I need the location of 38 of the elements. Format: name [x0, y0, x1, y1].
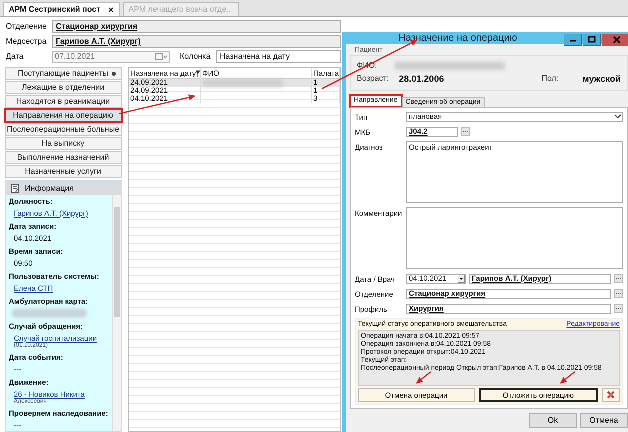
nav-button[interactable]: Послеоперационные больные [5, 123, 122, 136]
nav-button[interactable]: Назначенные услуги [5, 165, 122, 178]
close-button[interactable]: × [108, 4, 114, 14]
sort-icon[interactable] [196, 70, 200, 77]
field-label: Медсестра [6, 37, 48, 46]
field-value: мужской [582, 74, 621, 84]
scrollbar[interactable] [112, 195, 121, 431]
nav-button[interactable]: Выполнение назначений [5, 151, 122, 164]
arrow [416, 372, 432, 384]
nav-button[interactable]: На выписку [5, 137, 122, 150]
comments-field[interactable] [406, 207, 623, 269]
pin-delete-icon [606, 390, 616, 400]
field-label: Отделение [6, 22, 48, 31]
field-value: 28.01.2006 [399, 74, 444, 84]
dialog-button[interactable]: Отмена [580, 413, 628, 428]
close-button[interactable] [602, 34, 628, 46]
window-title: Назначение на операцию [398, 32, 518, 44]
arrow [560, 372, 576, 384]
chevron-down-icon[interactable] [614, 114, 622, 120]
minimize-button[interactable] [564, 34, 582, 46]
nav-button[interactable]: Лежащие в отделении [5, 81, 122, 94]
dropdown-button[interactable] [458, 274, 465, 282]
pin-delete-button[interactable] [602, 388, 620, 402]
department-field[interactable]: Стационар хирургия [52, 20, 341, 33]
field-label: Пол: [542, 74, 559, 83]
tab[interactable]: АРМ Сестринский пост × [3, 2, 120, 16]
notepad-icon [11, 184, 20, 192]
field-label: Дата [6, 52, 25, 61]
field-label: Колонка [180, 52, 212, 61]
column-dropdown[interactable]: Назначена на дату [216, 50, 341, 63]
nav-button[interactable]: Поступающие пациенты [5, 67, 122, 80]
field-label: Возраст: [357, 74, 390, 83]
nurse-field[interactable]: Гарипов А.Т. (Хирург) [52, 35, 341, 48]
dialog-button[interactable]: Ok [529, 413, 577, 428]
nav-button[interactable]: Находятся в реанимации [5, 95, 122, 108]
maximize-button[interactable] [583, 34, 601, 46]
nav-button[interactable]: Направления на операцию [5, 109, 122, 122]
panel-title: Информация [25, 184, 74, 192]
